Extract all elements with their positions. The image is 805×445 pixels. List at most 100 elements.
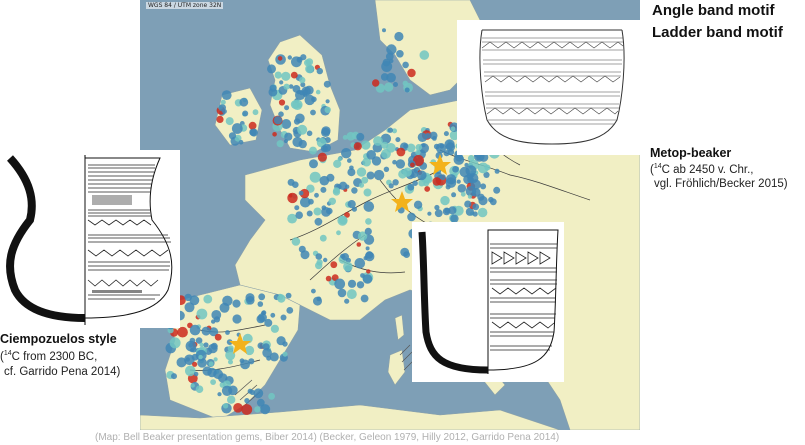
site-dot-icon (225, 330, 230, 335)
site-dot-icon (268, 392, 275, 400)
site-dot-icon (282, 351, 288, 357)
site-dot-icon (471, 188, 481, 197)
site-dot-icon (190, 383, 195, 388)
site-dot-icon (489, 198, 497, 206)
site-dot-icon (337, 156, 342, 162)
site-dot-icon (346, 289, 357, 300)
site-dot-icon (382, 28, 386, 33)
site-dot-icon (324, 106, 331, 114)
site-dot-icon (272, 132, 277, 137)
site-dot-icon (241, 404, 253, 415)
site-dot-icon (356, 132, 365, 141)
site-dot-icon (290, 71, 298, 79)
source-caption: (Map: Bell Beaker presentation gems, Bib… (95, 432, 560, 443)
site-dot-icon (278, 99, 286, 106)
site-dot-icon (254, 406, 261, 413)
site-dot-icon (227, 395, 236, 404)
crs-label: WGS 84 / UTM zone 32N (146, 2, 224, 9)
site-dot-icon (372, 79, 380, 87)
site-dot-icon (321, 126, 331, 136)
site-dot-icon (277, 56, 283, 61)
site-dot-icon (221, 90, 232, 100)
site-dot-icon (440, 174, 446, 181)
site-dot-icon (300, 250, 310, 260)
site-dot-icon (317, 152, 327, 162)
site-dot-icon (410, 162, 415, 168)
site-dot-icon (448, 206, 457, 215)
site-dot-icon (334, 278, 346, 290)
site-dot-icon (269, 84, 277, 92)
site-dot-icon (415, 149, 421, 156)
site-dot-icon (306, 210, 313, 217)
site-dot-icon (294, 205, 300, 211)
site-dot-icon (195, 385, 204, 394)
site-dot-icon (281, 71, 291, 81)
site-dot-icon (284, 105, 290, 111)
site-dot-icon (281, 119, 292, 129)
site-dot-icon (232, 299, 241, 308)
site-dot-icon (402, 61, 409, 69)
site-dot-icon (286, 307, 294, 314)
site-dot-icon (404, 87, 410, 93)
site-dot-icon (361, 176, 369, 184)
site-dot-icon (424, 186, 431, 192)
site-dot-icon (171, 373, 177, 380)
site-dot-icon (306, 130, 313, 137)
site-dot-icon (365, 246, 370, 251)
site-dot-icon (347, 279, 357, 288)
superscript: 14 (653, 163, 662, 170)
site-dot-icon (395, 159, 406, 169)
site-dot-icon (493, 186, 501, 194)
site-dot-icon (326, 207, 333, 215)
site-dot-icon (285, 292, 292, 299)
site-dot-icon (295, 113, 305, 124)
site-dot-icon (460, 191, 466, 197)
site-dot-icon (310, 109, 316, 116)
site-dot-icon (193, 371, 199, 377)
site-dot-icon (210, 379, 216, 385)
site-dot-icon (199, 342, 204, 347)
site-dot-icon (314, 217, 323, 226)
ciempozuelos-title: Ciempozuelos style (0, 332, 117, 346)
site-dot-icon (211, 310, 222, 320)
site-dot-icon (320, 186, 327, 193)
site-dot-icon (434, 209, 443, 218)
site-dot-icon (360, 294, 369, 303)
site-dot-icon (228, 385, 238, 396)
site-dot-icon (456, 179, 461, 184)
site-dot-icon (298, 139, 307, 149)
site-dot-icon (443, 131, 449, 137)
site-dot-icon (192, 361, 198, 367)
site-dot-icon (267, 64, 276, 74)
site-dot-icon (443, 150, 450, 157)
site-dot-icon (203, 342, 209, 348)
site-dot-icon (292, 99, 303, 111)
site-dot-icon (400, 247, 410, 257)
site-dot-icon (467, 194, 472, 199)
site-dot-icon (198, 354, 203, 360)
site-dot-icon (419, 50, 430, 60)
site-dot-icon (315, 253, 323, 260)
beaker-drawing-metop (412, 222, 564, 382)
site-dot-icon (277, 294, 286, 303)
site-dot-icon (477, 207, 488, 218)
site-dot-icon (347, 200, 356, 209)
site-dot-icon (353, 142, 362, 151)
site-dot-icon (429, 131, 438, 140)
metop-beaker-title: Metop-beaker (650, 146, 732, 160)
site-dot-icon (413, 200, 423, 209)
site-dot-icon (386, 44, 397, 55)
site-dot-icon (365, 218, 372, 225)
ciempozuelos-reference: cf. Garrido Pena 2014) (4, 366, 121, 378)
site-dot-icon (257, 301, 264, 307)
site-dot-icon (309, 159, 318, 169)
site-dot-icon (169, 337, 181, 349)
site-dot-icon (343, 261, 353, 272)
site-dot-icon (222, 403, 229, 409)
site-dot-icon (191, 353, 199, 361)
site-dot-icon (347, 158, 352, 163)
site-dot-icon (412, 180, 418, 186)
ciempozuelos-date-text: C from 2300 BC, (11, 350, 98, 363)
metop-beaker-reference: vgl. Fröhlich/Becker 2015) (654, 178, 788, 190)
site-dot-icon (222, 109, 227, 114)
